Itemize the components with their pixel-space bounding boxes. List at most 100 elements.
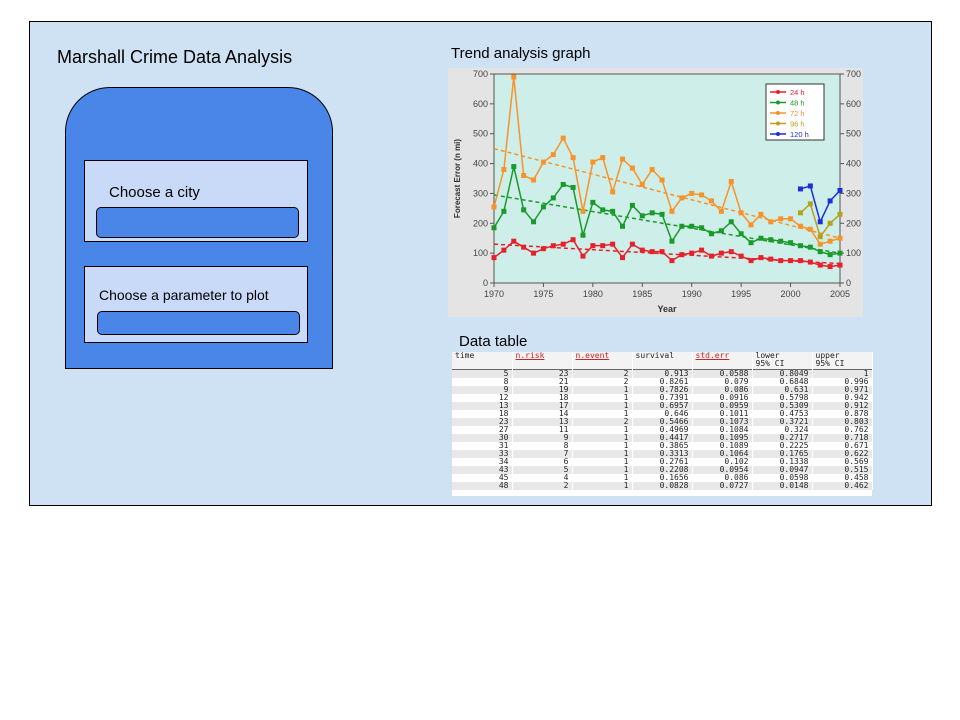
data-point [728, 178, 734, 184]
data-point [620, 156, 626, 162]
data-point [491, 225, 497, 231]
legend-marker [776, 100, 780, 105]
data-point [590, 159, 596, 165]
table-cell: 0.0727 [692, 482, 753, 490]
data-point [679, 252, 685, 258]
data-point [807, 244, 813, 250]
table-cell: 5 [512, 466, 573, 474]
table-cell: 7 [512, 450, 573, 458]
data-point [540, 204, 546, 210]
x-axis-label: Year [657, 304, 677, 314]
legend-label: 120 h [790, 130, 809, 139]
data-point [679, 223, 685, 229]
y-tick-label-right: 300 [846, 188, 861, 198]
column-header: time [452, 352, 513, 370]
data-point [699, 192, 705, 198]
table-cell: 5 [452, 369, 513, 378]
table-cell: 0.0828 [632, 482, 693, 490]
data-point [521, 173, 527, 179]
data-point [817, 234, 823, 240]
y-tick-label-right: 600 [846, 99, 861, 109]
table-cell: 8 [452, 378, 513, 386]
table-cell: 1 [572, 402, 633, 410]
data-point [550, 152, 556, 158]
data-point [778, 258, 784, 264]
x-tick-label: 2005 [830, 289, 850, 299]
control-panel: Choose a city Choose a parameter to plot [65, 87, 333, 369]
y-tick-label-right: 400 [846, 159, 861, 169]
table-header-row: time n.risk n.event survival std.err lower 95%… [452, 352, 873, 370]
table-cell: 2 [512, 482, 573, 490]
data-point [738, 253, 744, 259]
data-point [827, 252, 833, 258]
city-selector-card: Choose a city [84, 160, 308, 242]
x-tick-label: 1995 [731, 289, 751, 299]
data-point [659, 211, 665, 217]
table-cell: 1 [572, 458, 633, 466]
column-header: survival [632, 352, 693, 370]
data-point [600, 243, 606, 249]
data-point [728, 249, 734, 255]
data-point [699, 225, 705, 231]
data-point [491, 255, 497, 261]
data-point [610, 189, 616, 195]
data-point [620, 223, 626, 229]
table-cell: 1 [572, 442, 633, 450]
y-tick-label: 0 [483, 278, 488, 288]
table-cell: 9 [512, 434, 573, 442]
table-cell: 2 [572, 369, 633, 378]
data-point [758, 211, 764, 217]
data-point [560, 181, 566, 187]
table-cell: 0.0148 [752, 482, 813, 490]
data-point [797, 258, 803, 264]
data-point [817, 241, 823, 247]
data-point [728, 219, 734, 225]
data-point [669, 258, 675, 264]
table-cell: 1 [572, 434, 633, 442]
city-label: Choose a city [109, 184, 200, 201]
data-point [788, 258, 794, 264]
data-table-title: Data table [459, 333, 528, 350]
data-point [540, 159, 546, 165]
y-tick-label: 300 [473, 188, 488, 198]
data-point [540, 246, 546, 252]
column-header: std.err [692, 352, 753, 370]
data-point [827, 220, 833, 226]
data-point [659, 177, 665, 183]
data-point [531, 177, 537, 183]
data-point [738, 231, 744, 237]
data-point [501, 208, 507, 214]
y-tick-label: 500 [473, 129, 488, 139]
column-header: n.event [572, 352, 633, 370]
data-point [629, 202, 635, 208]
table-cell: 11 [512, 426, 573, 434]
x-tick-label: 1970 [484, 289, 504, 299]
data-point [639, 247, 645, 253]
parameter-select[interactable] [97, 311, 300, 335]
data-point [758, 255, 764, 261]
data-point [610, 208, 616, 214]
legend-marker [776, 121, 780, 126]
data-point [639, 213, 645, 219]
data-point [560, 135, 566, 141]
column-header: lower 95% CI [752, 352, 813, 370]
data-point [718, 208, 724, 214]
table-cell: 8 [512, 442, 573, 450]
data-point [570, 237, 576, 243]
data-point [511, 164, 517, 170]
data-point [550, 195, 556, 201]
legend-label: 24 h [790, 88, 805, 97]
data-point [570, 155, 576, 161]
y-tick-label: 600 [473, 99, 488, 109]
y-tick-label: 100 [473, 248, 488, 258]
y-tick-label-right: 0 [846, 278, 851, 288]
city-select[interactable] [96, 207, 299, 238]
data-point [580, 232, 586, 238]
y-axis-label: Forecast Error (n mi) [453, 139, 462, 218]
data-point [817, 262, 823, 268]
parameter-label: Choose a parameter to plot [99, 287, 269, 303]
data-point [837, 250, 843, 256]
data-point [699, 247, 705, 253]
data-point [718, 250, 724, 256]
trend-graph-title: Trend analysis graph [451, 45, 591, 62]
